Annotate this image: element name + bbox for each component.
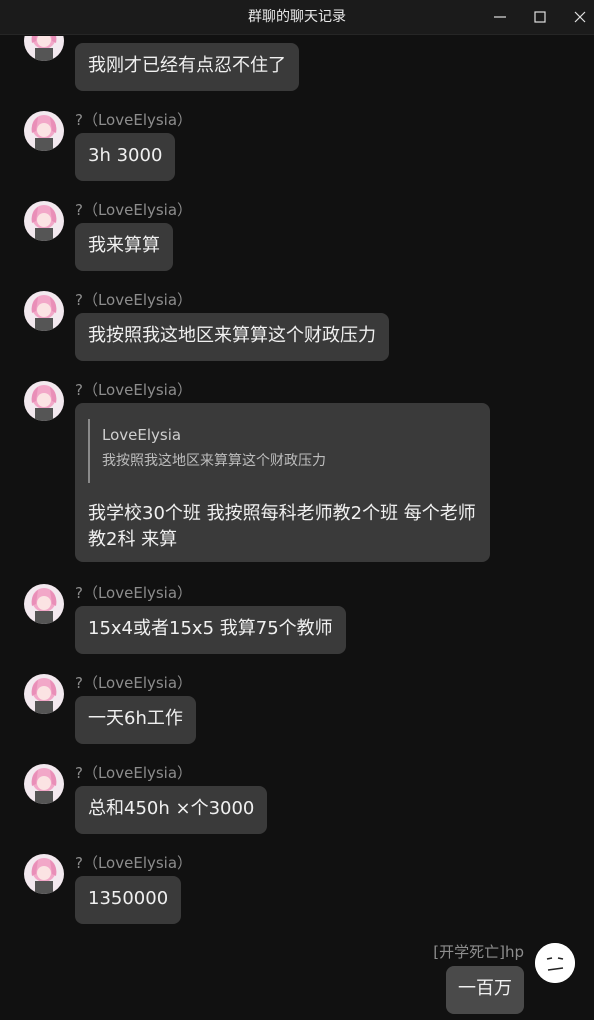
- message-text-line: 我学校30个班 我按照每科老师教2个班 每个老师: [88, 503, 476, 524]
- quoted-author: LoveElysia: [102, 426, 182, 444]
- close-button[interactable]: [560, 0, 594, 35]
- avatar[interactable]: [24, 381, 64, 421]
- message-bubble[interactable]: 一天6h工作: [75, 696, 196, 744]
- quoted-message[interactable]: LoveElysia 我按照我这地区来算算这个财政压力: [88, 419, 477, 483]
- self-sender-name: [开学死亡]hp: [433, 943, 524, 961]
- self-avatar[interactable]: [535, 943, 575, 983]
- sender-name: ?（LoveElysia）: [75, 201, 193, 219]
- avatar[interactable]: [24, 854, 64, 894]
- sender-name: ?（LoveElysia）: [75, 584, 193, 602]
- confused-face-avatar-icon: [535, 943, 575, 983]
- message-bubble[interactable]: 3h 3000: [75, 133, 176, 181]
- anime-girl-avatar-icon: [24, 111, 64, 151]
- message-bubble[interactable]: 15x4或者15x5 我算75个教师: [75, 606, 346, 654]
- anime-girl-avatar-icon: [24, 36, 64, 61]
- message-bubble[interactable]: 我刚才已经有点忍不住了: [75, 43, 299, 91]
- sender-name: ?（LoveElysia）: [75, 381, 193, 399]
- maximize-icon: [534, 11, 546, 23]
- quoted-text: 我按照我这地区来算算这个财政压力: [102, 453, 326, 469]
- title-bar: 群聊的聊天记录: [0, 0, 594, 35]
- sender-name: ?（LoveElysia）: [75, 674, 193, 692]
- message-bubble[interactable]: 总和450h ×个3000: [75, 786, 268, 834]
- sender-name: ?（LoveElysia）: [75, 854, 193, 872]
- minimize-button[interactable]: [480, 0, 520, 35]
- avatar[interactable]: [24, 764, 64, 804]
- anime-girl-avatar-icon: [24, 584, 64, 624]
- maximize-button[interactable]: [520, 0, 560, 35]
- message-text: 我学校30个班 我按照每科老师教2个班 每个老师 教2科 来算: [88, 501, 477, 553]
- message-text-line: 教2科 来算: [88, 529, 178, 550]
- minimize-icon: [494, 16, 506, 18]
- anime-girl-avatar-icon: [24, 674, 64, 714]
- avatar[interactable]: [24, 201, 64, 241]
- anime-girl-avatar-icon: [24, 291, 64, 331]
- sender-name: ?（LoveElysia）: [75, 291, 193, 309]
- message-bubble[interactable]: 1350000: [75, 876, 182, 924]
- anime-girl-avatar-icon: [24, 201, 64, 241]
- avatar[interactable]: [24, 674, 64, 714]
- avatar[interactable]: [24, 584, 64, 624]
- chat-history[interactable]: 我刚才已经有点忍不住了 ?（LoveElysia） 3h 3000 ?（Love…: [0, 36, 594, 1020]
- close-icon: [574, 11, 586, 23]
- sender-name: ?（LoveElysia）: [75, 111, 193, 129]
- sender-name: ?（LoveElysia）: [75, 764, 193, 782]
- anime-girl-avatar-icon: [24, 854, 64, 894]
- message-bubble-with-quote[interactable]: LoveElysia 我按照我这地区来算算这个财政压力 我学校30个班 我按照每…: [75, 403, 490, 562]
- anime-girl-avatar-icon: [24, 381, 64, 421]
- message-bubble[interactable]: 我按照我这地区来算算这个财政压力: [75, 313, 389, 361]
- avatar[interactable]: [24, 111, 64, 151]
- self-message-bubble[interactable]: 一百万: [446, 966, 524, 1014]
- avatar[interactable]: [24, 36, 64, 61]
- anime-girl-avatar-icon: [24, 764, 64, 804]
- message-bubble[interactable]: 我来算算: [75, 223, 173, 271]
- avatar[interactable]: [24, 291, 64, 331]
